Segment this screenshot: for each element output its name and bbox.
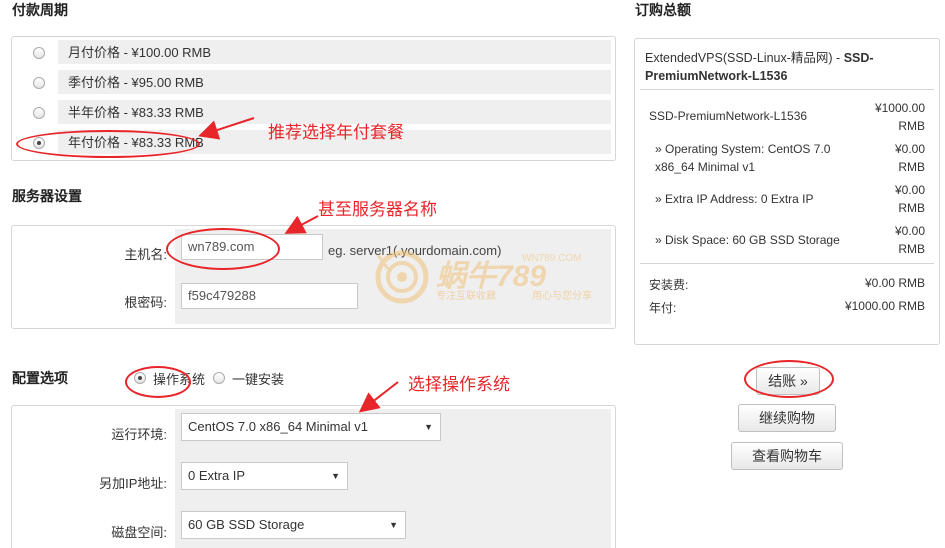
- arrow-to-hostname: [284, 215, 319, 234]
- annotation-arrows: [198, 117, 399, 413]
- arrow-to-annual: [198, 117, 255, 140]
- arrow-to-os: [358, 381, 399, 413]
